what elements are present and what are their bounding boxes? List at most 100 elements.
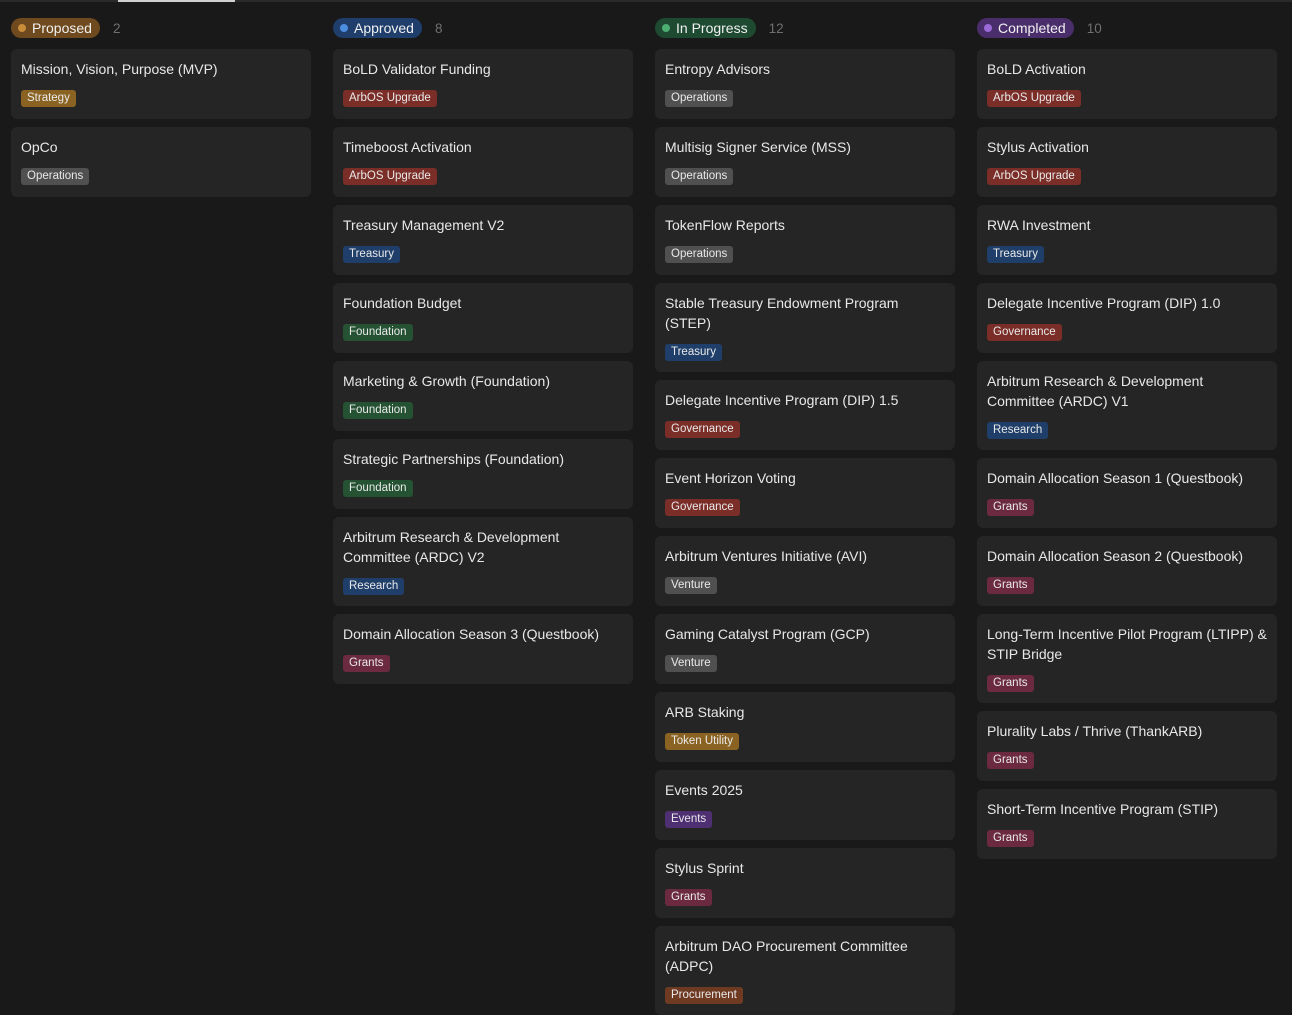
- board-card[interactable]: Strategic Partnerships (Foundation) Found…: [333, 439, 633, 509]
- card-title: Marketing & Growth (Foundation): [343, 373, 550, 389]
- category-tag: Grants: [987, 752, 1034, 769]
- category-tag: ArbOS Upgrade: [987, 168, 1081, 185]
- board-card[interactable]: Arbitrum DAO Procurement Committee (ADPC…: [655, 926, 955, 1015]
- board-card[interactable]: Domain Allocation Season 1 (Questbook) Gr…: [977, 458, 1277, 528]
- board-column-completed: Completed 10 BoLD Activation ArbOS Upgrade S…: [977, 17, 1277, 1015]
- status-dot-icon: [340, 24, 348, 32]
- board-card[interactable]: Domain Allocation Season 2 (Questbook) Gr…: [977, 536, 1277, 606]
- card-title: Plurality Labs / Thrive (ThankARB): [987, 723, 1203, 739]
- board-card[interactable]: Entropy Advisors Operations: [655, 49, 955, 119]
- card-title: Arbitrum Ventures Initiative (AVI): [665, 548, 868, 564]
- status-pill[interactable]: Proposed: [11, 18, 100, 38]
- column-count: 10: [1086, 20, 1102, 36]
- board-card[interactable]: Delegate Incentive Program (DIP) 1.0 Gove…: [977, 283, 1277, 353]
- card-title: Delegate Incentive Program (DIP) 1.0: [987, 295, 1221, 311]
- category-tag: Foundation: [343, 402, 413, 419]
- category-tag: Governance: [665, 499, 740, 516]
- status-label: In Progress: [676, 20, 748, 36]
- category-tag: Foundation: [343, 480, 413, 497]
- board-card[interactable]: Stable Treasury Endowment Program (STEP)…: [655, 283, 955, 372]
- card-title: Arbitrum DAO Procurement Committee (ADPC…: [665, 938, 908, 974]
- card-title: Mission, Vision, Purpose (MVP): [21, 61, 218, 77]
- card-title: BoLD Validator Funding: [343, 61, 491, 77]
- card-title: Multisig Signer Service (MSS): [665, 139, 851, 155]
- column-count: 8: [434, 20, 443, 36]
- board-column-approved: Approved 8 BoLD Validator Funding ArbOS Upg…: [333, 17, 633, 1015]
- board-card[interactable]: Domain Allocation Season 3 (Questbook) Gr…: [333, 614, 633, 684]
- card-title: Domain Allocation Season 2 (Questbook): [987, 548, 1244, 564]
- card-title: Foundation Budget: [343, 295, 462, 311]
- status-label: Completed: [998, 20, 1066, 36]
- column-header: Approved 8: [333, 17, 633, 39]
- category-tag: Operations: [665, 168, 734, 185]
- board-card[interactable]: Gaming Catalyst Program (GCP) Venture: [655, 614, 955, 684]
- board-column-in-progress: In Progress 12 Entropy Advisors Operations M…: [655, 17, 955, 1015]
- column-header: In Progress 12: [655, 17, 955, 39]
- board-card[interactable]: Stylus Sprint Grants: [655, 848, 955, 918]
- board-card[interactable]: BoLD Validator Funding ArbOS Upgrade: [333, 49, 633, 119]
- board-card[interactable]: Event Horizon Voting Governance: [655, 458, 955, 528]
- board-card[interactable]: Multisig Signer Service (MSS) Operations: [655, 127, 955, 197]
- status-pill[interactable]: Completed: [977, 18, 1074, 38]
- board-card[interactable]: Plurality Labs / Thrive (ThankARB) Grants: [977, 711, 1277, 781]
- column-header: Proposed 2: [11, 17, 311, 39]
- board-card[interactable]: Arbitrum Research & Development Committe…: [977, 361, 1277, 450]
- category-tag: Strategy: [21, 90, 76, 107]
- category-tag: Events: [665, 811, 713, 828]
- category-tag: Grants: [987, 499, 1034, 516]
- board-card[interactable]: Foundation Budget Foundation: [333, 283, 633, 353]
- board-card[interactable]: Short-Term Incentive Program (STIP) Grant…: [977, 789, 1277, 859]
- board-card[interactable]: Stylus Activation ArbOS Upgrade: [977, 127, 1277, 197]
- card-title: RWA Investment: [987, 217, 1091, 233]
- card-list: BoLD Validator Funding ArbOS Upgrade Timeb…: [333, 49, 633, 684]
- category-tag: ArbOS Upgrade: [987, 90, 1081, 107]
- board-card[interactable]: Mission, Vision, Purpose (MVP) Strategy: [11, 49, 311, 119]
- board-card[interactable]: Timeboost Activation ArbOS Upgrade: [333, 127, 633, 197]
- category-tag: Venture: [665, 577, 717, 594]
- board-card[interactable]: OpCo Operations: [11, 127, 311, 197]
- category-tag: Governance: [665, 421, 740, 438]
- board-card[interactable]: Events 2025 Events: [655, 770, 955, 840]
- board-card[interactable]: Arbitrum Research & Development Committe…: [333, 517, 633, 606]
- category-tag: Grants: [343, 655, 390, 672]
- card-title: Entropy Advisors: [665, 61, 771, 77]
- category-tag: Foundation: [343, 324, 413, 341]
- status-pill[interactable]: In Progress: [655, 18, 756, 38]
- status-dot-icon: [984, 24, 992, 32]
- kanban-board: Proposed 2 Mission, Vision, Purpose (MVP) S…: [11, 17, 1277, 1015]
- card-title: Gaming Catalyst Program (GCP): [665, 626, 870, 642]
- board-card[interactable]: ARB Staking Token Utility: [655, 692, 955, 762]
- category-tag: Treasury: [665, 344, 722, 361]
- board-card[interactable]: Treasury Management V2 Treasury: [333, 205, 633, 275]
- board-card[interactable]: TokenFlow Reports Operations: [655, 205, 955, 275]
- board-card[interactable]: Delegate Incentive Program (DIP) 1.5 Gove…: [655, 380, 955, 450]
- card-title: Short-Term Incentive Program (STIP): [987, 801, 1219, 817]
- category-tag: ArbOS Upgrade: [343, 90, 437, 107]
- category-tag: Operations: [665, 90, 734, 107]
- category-tag: Venture: [665, 655, 717, 672]
- board-card[interactable]: Arbitrum Ventures Initiative (AVI) Ventur…: [655, 536, 955, 606]
- card-title: Treasury Management V2: [343, 217, 505, 233]
- card-title: Stylus Activation: [987, 139, 1089, 155]
- card-title: Strategic Partnerships (Foundation): [343, 451, 564, 467]
- card-list: Mission, Vision, Purpose (MVP) Strategy Op…: [11, 49, 311, 197]
- status-label: Proposed: [32, 20, 92, 36]
- board-card[interactable]: Long-Term Incentive Pilot Program (LTIPP…: [977, 614, 1277, 703]
- category-tag: Treasury: [987, 246, 1044, 263]
- board-card[interactable]: BoLD Activation ArbOS Upgrade: [977, 49, 1277, 119]
- board-column-proposed: Proposed 2 Mission, Vision, Purpose (MVP) S…: [11, 17, 311, 1015]
- board-card[interactable]: Marketing & Growth (Foundation) Foundatio…: [333, 361, 633, 431]
- card-title: Timeboost Activation: [343, 139, 472, 155]
- board-card[interactable]: RWA Investment Treasury: [977, 205, 1277, 275]
- active-view-tab-indicator[interactable]: [118, 0, 235, 2]
- card-title: Events 2025: [665, 782, 743, 798]
- category-tag: Research: [987, 422, 1049, 439]
- category-tag: Governance: [987, 324, 1062, 341]
- column-count: 2: [112, 20, 121, 36]
- card-title: Arbitrum Research & Development Committe…: [987, 373, 1204, 409]
- card-list: BoLD Activation ArbOS Upgrade Stylus Activ…: [977, 49, 1277, 859]
- status-pill[interactable]: Approved: [333, 18, 422, 38]
- card-title: BoLD Activation: [987, 61, 1086, 77]
- category-tag: Procurement: [665, 987, 743, 1004]
- category-tag: Grants: [987, 830, 1034, 847]
